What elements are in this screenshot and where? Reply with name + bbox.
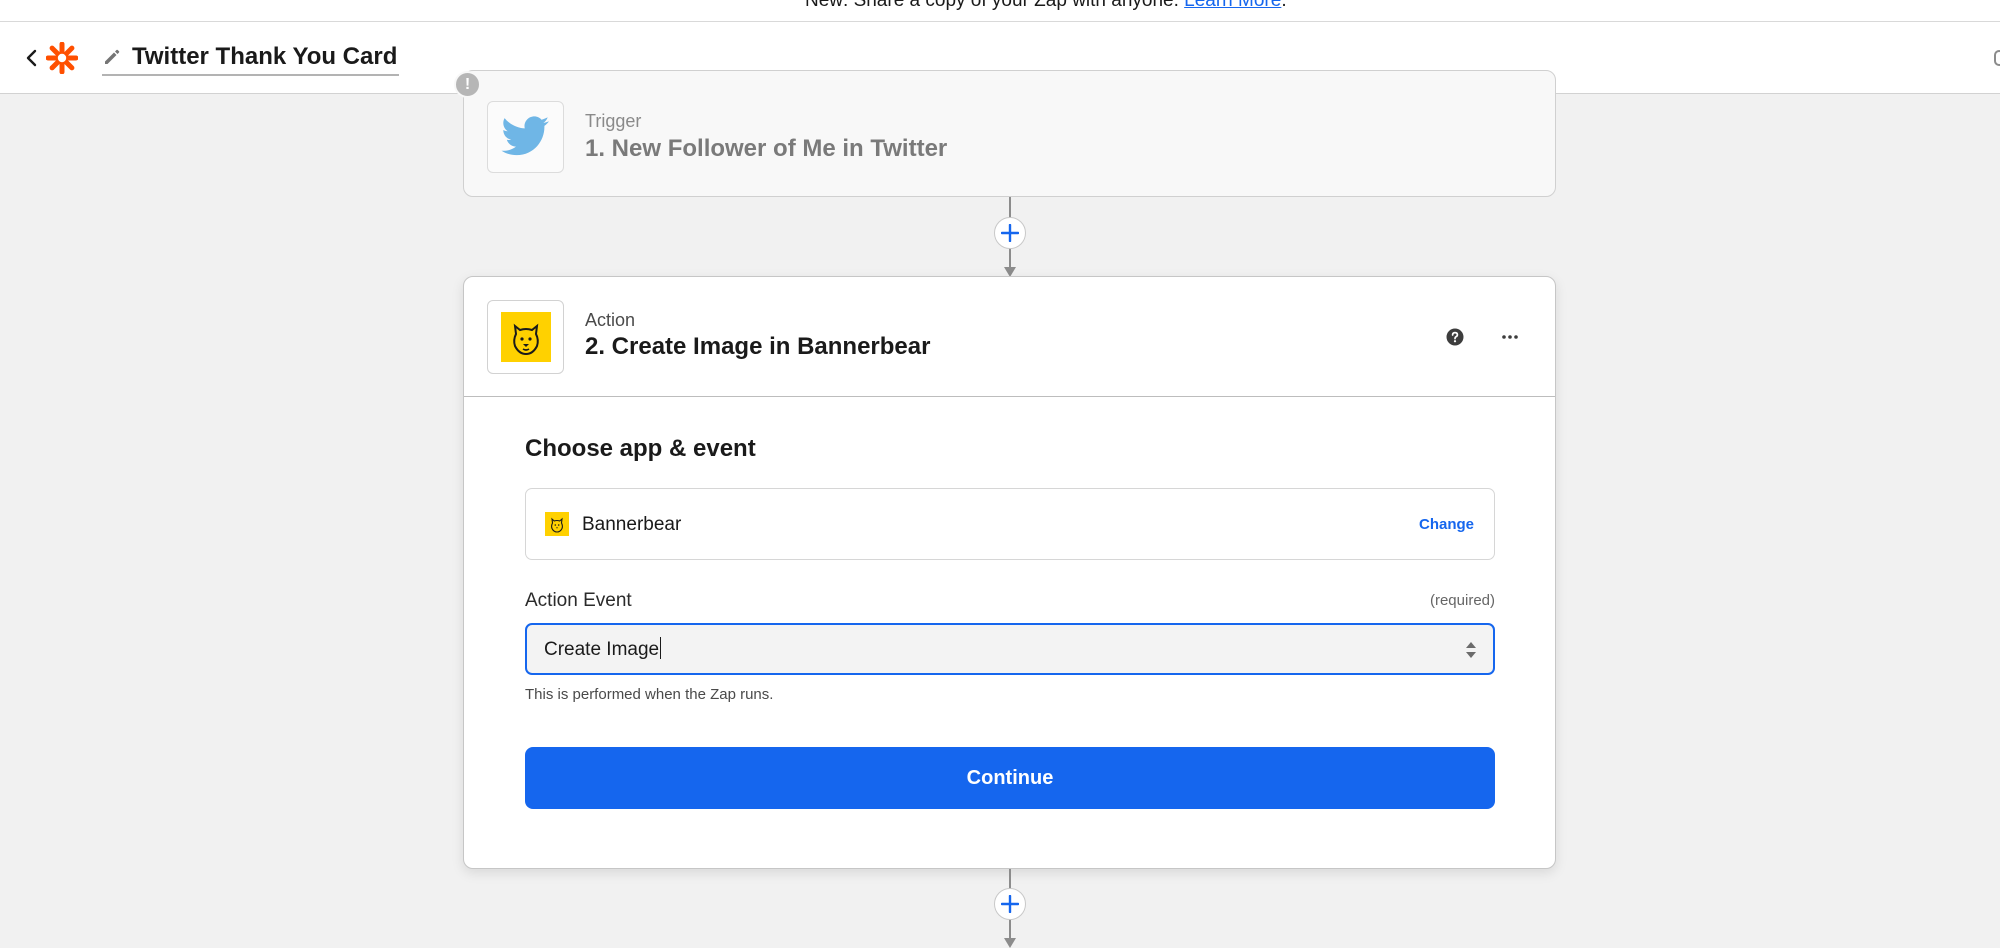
add-step-button[interactable] — [994, 217, 1026, 249]
action-event-label: Action Event — [525, 590, 632, 611]
plus-icon — [1001, 895, 1019, 913]
text-cursor — [660, 637, 662, 660]
banner-suffix: . — [1281, 0, 1287, 11]
select-updown-icon — [1466, 642, 1476, 658]
action-kind-label: Action — [585, 310, 636, 330]
warning-badge: ! — [454, 71, 481, 98]
zapier-logo-icon[interactable] — [46, 42, 78, 74]
question-circle-icon — [1446, 328, 1464, 346]
action-event-value-text: Create Image — [544, 639, 660, 660]
action-step-card: Action 2. Create Image in Bannerbear Cho… — [463, 276, 1556, 869]
ellipsis-icon — [1502, 335, 1518, 339]
chevron-left-icon — [26, 49, 37, 67]
trigger-kind-label: Trigger — [585, 111, 642, 131]
back-button[interactable] — [20, 44, 44, 72]
announcement-banner: New: Share a copy of your Zap with anyon… — [0, 0, 2000, 22]
pencil-icon — [105, 49, 120, 64]
action-step-header[interactable]: Action 2. Create Image in Bannerbear — [464, 277, 1555, 397]
add-step-button-bottom[interactable] — [994, 888, 1026, 920]
change-app-link[interactable]: Change — [1419, 516, 1474, 533]
action-app-icon-box — [487, 300, 564, 374]
action-step-title: 2. Create Image in Bannerbear — [585, 333, 931, 360]
bannerbear-icon — [500, 312, 551, 362]
required-indicator: (required) — [1429, 592, 1495, 609]
zap-title: Twitter Thank You Card — [132, 43, 398, 70]
continue-button[interactable]: Continue — [525, 747, 1495, 809]
section-title: Choose app & event — [525, 435, 756, 462]
more-options-button[interactable] — [1498, 327, 1522, 347]
trigger-step-title: 1. New Follower of Me in Twitter — [585, 135, 948, 162]
zap-editor-screen: New: Share a copy of your Zap with anyon… — [0, 0, 2000, 948]
selected-app-name: Bannerbear — [582, 514, 682, 535]
action-event-select[interactable]: Create Image — [525, 623, 1495, 675]
zap-title-editor[interactable]: Twitter Thank You Card — [102, 40, 400, 76]
plus-icon — [1001, 224, 1019, 242]
connector-arrow-bottom — [1004, 938, 1016, 948]
selected-app-row: Bannerbear Change — [525, 488, 1495, 560]
trigger-step-card[interactable]: ! Trigger 1. New Follower of Me in Twitt… — [454, 70, 1556, 197]
bannerbear-small-icon — [545, 512, 569, 536]
twitter-bird-icon — [501, 116, 549, 156]
action-event-value: Create Image — [544, 637, 662, 661]
trigger-app-icon-box — [487, 101, 564, 173]
help-button[interactable] — [1445, 327, 1465, 347]
action-event-help: This is performed when the Zap runs. — [525, 686, 774, 703]
learn-more-link[interactable]: Learn More — [1184, 0, 1281, 11]
banner-message: New: Share a copy of your Zap with anyon… — [805, 0, 1287, 12]
header-control-partial[interactable] — [1994, 50, 2000, 66]
banner-text: New: Share a copy of your Zap with anyon… — [805, 0, 1179, 11]
